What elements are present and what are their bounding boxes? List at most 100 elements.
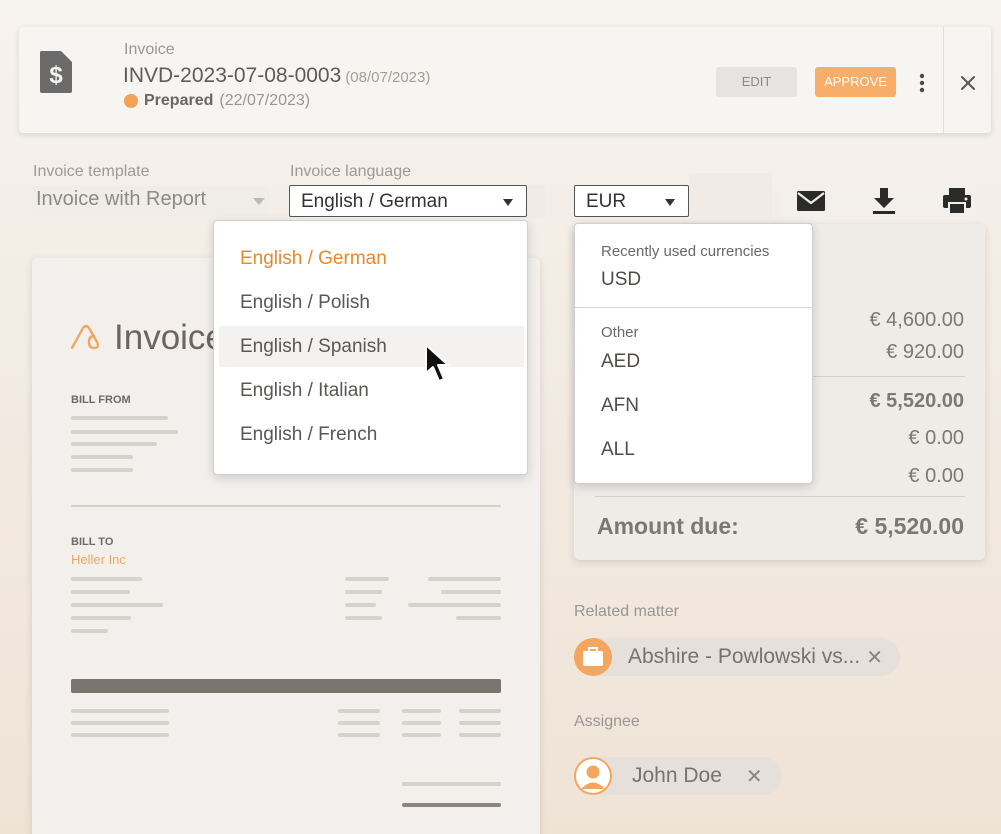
language-option[interactable]: English / Italian bbox=[219, 370, 524, 411]
section-divider bbox=[71, 505, 501, 507]
template-label: Invoice template bbox=[33, 163, 150, 180]
recent-currencies-heading: Recently used currencies bbox=[601, 243, 770, 260]
related-matter-label: Related matter bbox=[574, 603, 679, 620]
chevron-down-icon bbox=[253, 198, 265, 205]
language-select-backdrop bbox=[527, 185, 545, 219]
currency-backdrop bbox=[689, 173, 772, 217]
placeholder-line bbox=[338, 721, 380, 725]
amount-due-label: Amount due: bbox=[597, 513, 739, 539]
placeholder-line bbox=[71, 709, 169, 713]
brand-logo-icon bbox=[70, 324, 100, 350]
svg-text:$: $ bbox=[49, 62, 63, 89]
user-avatar-icon bbox=[574, 757, 612, 795]
placeholder-line bbox=[71, 468, 133, 472]
matter-chip[interactable]: Abshire - Powlowski vs... ✕ bbox=[574, 638, 900, 676]
assignee-chip[interactable]: John Doe ✕ bbox=[574, 757, 782, 795]
status-row: Prepared (22/07/2023) bbox=[124, 92, 310, 110]
amount-due-value: € 5,520.00 bbox=[855, 513, 964, 539]
placeholder-line bbox=[459, 733, 501, 737]
client-name: Heller Inc bbox=[71, 552, 126, 567]
approve-button[interactable]: APPROVE bbox=[815, 67, 896, 97]
placeholder-line bbox=[71, 733, 169, 737]
other-currencies-heading: Other bbox=[601, 324, 639, 341]
language-option[interactable]: English / Polish bbox=[219, 282, 524, 323]
matter-name[interactable]: Abshire - Powlowski vs... bbox=[628, 645, 860, 669]
placeholder-line bbox=[71, 416, 168, 420]
close-icon[interactable] bbox=[957, 72, 979, 94]
placeholder-line bbox=[345, 616, 382, 620]
mouse-pointer-icon bbox=[425, 344, 449, 382]
placeholder-line bbox=[71, 629, 108, 633]
placeholder-line bbox=[456, 616, 501, 620]
placeholder-line bbox=[338, 709, 380, 713]
placeholder-line bbox=[459, 721, 501, 725]
placeholder-line bbox=[402, 709, 441, 713]
dollar-document-icon: $ bbox=[39, 51, 72, 93]
total-amount: € 5,520.00 bbox=[869, 390, 964, 412]
caret-down-icon bbox=[503, 199, 513, 206]
placeholder-line bbox=[71, 577, 142, 581]
placeholder-line bbox=[402, 721, 441, 725]
placeholder-line bbox=[428, 577, 501, 581]
mail-icon[interactable] bbox=[794, 186, 828, 216]
assignee-name[interactable]: John Doe bbox=[632, 764, 722, 788]
bill-from-label: BILL FROM bbox=[71, 394, 131, 406]
credit-amount: € 0.00 bbox=[908, 465, 964, 487]
currency-select[interactable]: EUR bbox=[574, 185, 689, 217]
invoice-date: (08/07/2023) bbox=[345, 69, 431, 86]
language-option[interactable]: English / German bbox=[219, 238, 524, 279]
placeholder-line bbox=[408, 603, 501, 607]
status-badge: Prepared bbox=[144, 92, 214, 109]
currency-value: EUR bbox=[586, 191, 627, 212]
language-option[interactable]: English / French bbox=[219, 414, 524, 455]
totals-divider bbox=[595, 496, 965, 497]
language-select[interactable]: English / German bbox=[289, 185, 527, 217]
placeholder-line bbox=[402, 803, 501, 807]
header-divider bbox=[943, 27, 944, 133]
currency-option[interactable]: USD bbox=[601, 269, 641, 291]
placeholder-line bbox=[459, 709, 501, 713]
status-date: (22/07/2023) bbox=[219, 92, 311, 109]
more-vertical-icon[interactable] bbox=[912, 70, 932, 96]
template-select[interactable]: Invoice with Report bbox=[32, 186, 269, 216]
currency-option[interactable]: AED bbox=[601, 351, 640, 373]
language-label: Invoice language bbox=[290, 163, 411, 180]
remove-assignee-icon[interactable]: ✕ bbox=[746, 764, 763, 789]
placeholder-line bbox=[402, 782, 501, 786]
document-type-label: Invoice bbox=[124, 41, 175, 58]
assignee-label: Assignee bbox=[574, 713, 640, 730]
preview-title: Invoice bbox=[114, 318, 225, 357]
placeholder-line bbox=[71, 721, 169, 725]
status-dot bbox=[124, 94, 138, 108]
placeholder-line bbox=[71, 455, 133, 459]
currency-option[interactable]: AFN bbox=[601, 395, 639, 417]
placeholder-line bbox=[71, 616, 131, 620]
remove-matter-icon[interactable]: ✕ bbox=[866, 645, 883, 670]
language-option[interactable]: English / Spanish bbox=[219, 326, 524, 367]
caret-down-icon bbox=[665, 199, 675, 206]
template-value: Invoice with Report bbox=[36, 188, 207, 210]
edit-button[interactable]: EDIT bbox=[716, 67, 797, 97]
placeholder-line bbox=[338, 733, 380, 737]
invoice-number: INVD-2023-07-08-0003 (08/07/2023) bbox=[123, 64, 430, 88]
placeholder-line bbox=[345, 603, 376, 607]
language-value: English / German bbox=[301, 191, 448, 212]
bill-to-label: BILL TO bbox=[71, 536, 114, 548]
placeholder-line bbox=[441, 590, 501, 594]
placeholder-line bbox=[71, 590, 130, 594]
print-icon[interactable] bbox=[940, 186, 974, 216]
currency-option[interactable]: ALL bbox=[601, 439, 635, 461]
paid-amount: € 0.00 bbox=[908, 427, 964, 449]
subtotal-amount: € 4,600.00 bbox=[869, 309, 964, 331]
placeholder-line bbox=[71, 430, 178, 434]
tax-amount: € 920.00 bbox=[886, 341, 964, 363]
placeholder-line bbox=[345, 590, 382, 594]
download-icon[interactable] bbox=[867, 186, 901, 216]
currency-dropdown-menu: Recently used currencies USD Other AED A… bbox=[574, 223, 813, 484]
currency-divider bbox=[575, 307, 812, 308]
briefcase-icon bbox=[574, 638, 612, 676]
placeholder-line bbox=[345, 577, 389, 581]
invoice-number-text: INVD-2023-07-08-0003 bbox=[123, 64, 342, 87]
table-header-bar bbox=[71, 679, 501, 693]
language-dropdown-menu: English / German English / Polish Englis… bbox=[213, 220, 528, 475]
